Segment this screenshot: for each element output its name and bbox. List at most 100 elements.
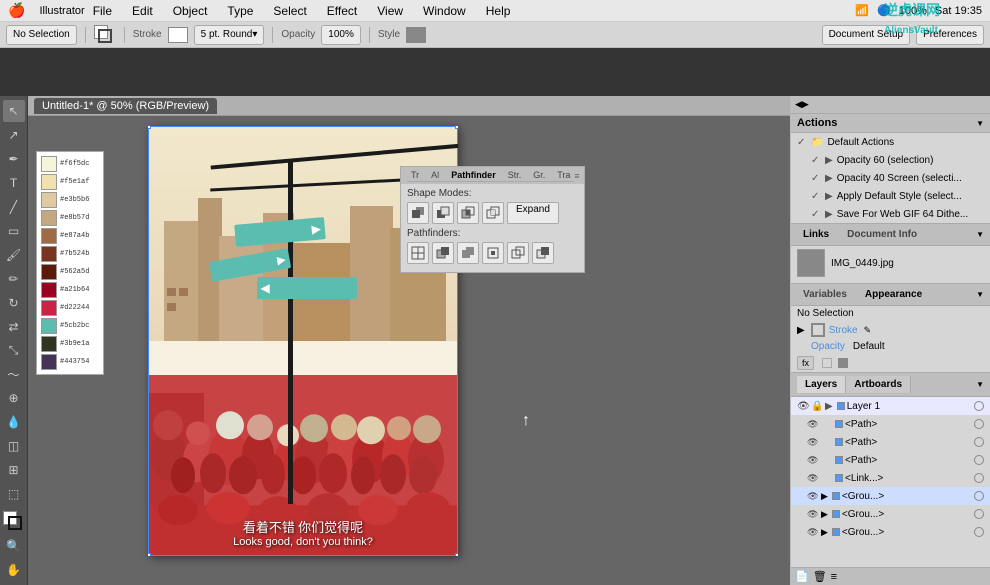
doc-info-tab[interactable]: Document Info: [841, 227, 923, 242]
layer-link-eye[interactable]: 👁: [807, 473, 819, 484]
outline-btn[interactable]: [507, 242, 529, 264]
path-1-target[interactable]: [974, 419, 984, 429]
layers-collapse[interactable]: ▼: [976, 380, 984, 389]
stroke-row[interactable]: ▶ Stroke ✎: [791, 321, 990, 339]
fill-stroke-indicator[interactable]: [3, 511, 25, 533]
minus-back-btn[interactable]: [532, 242, 554, 264]
document-tab[interactable]: Untitled-1* @ 50% (RGB/Preview): [34, 98, 217, 114]
layer-path-3[interactable]: 👁 <Path>: [791, 451, 990, 469]
tool-rotate[interactable]: ↻: [3, 292, 25, 314]
opacity-input[interactable]: 100%: [321, 25, 361, 45]
handle-bl[interactable]: [148, 553, 151, 556]
tool-artboard[interactable]: ⬚: [3, 483, 25, 505]
action-item-1[interactable]: ✓ ▶ Opacity 60 (selection): [791, 151, 990, 169]
layer-group-2-eye[interactable]: 👁: [807, 509, 819, 520]
pf-tab-al[interactable]: Al: [427, 169, 443, 181]
pathfinder-menu-icon[interactable]: ≡: [574, 171, 579, 181]
layer-menu-btn[interactable]: ≡: [831, 571, 837, 583]
menu-illustrator[interactable]: Illustrator: [35, 3, 88, 19]
minus-front-btn[interactable]: [432, 202, 454, 224]
pf-tab-gr[interactable]: Gr.: [529, 169, 549, 181]
appearance-tab[interactable]: Appearance: [859, 287, 928, 302]
divide-btn[interactable]: [407, 242, 429, 264]
layer-path-2[interactable]: 👁 <Path>: [791, 433, 990, 451]
intersect-btn[interactable]: [457, 202, 479, 224]
handle-tr[interactable]: [455, 126, 458, 129]
menu-help[interactable]: Help: [482, 2, 515, 20]
trim-btn[interactable]: [432, 242, 454, 264]
swatch-3[interactable]: [41, 192, 57, 208]
link-target[interactable]: [974, 473, 984, 483]
action-item-4[interactable]: ✓ ▶ Save For Web GIF 64 Dithe...: [791, 205, 990, 223]
fx-button[interactable]: fx: [797, 356, 814, 370]
new-effect-icon[interactable]: [822, 358, 832, 368]
delete-layer-btn[interactable]: 🗑: [813, 570, 827, 583]
handle-br[interactable]: [455, 553, 458, 556]
handle-tl[interactable]: [148, 126, 151, 129]
variables-tab[interactable]: Variables: [797, 287, 853, 302]
layer-1-expand[interactable]: ▶: [825, 401, 833, 412]
stroke-link[interactable]: Stroke: [829, 325, 858, 336]
menu-edit[interactable]: Edit: [128, 2, 157, 20]
tool-reflect[interactable]: ⇄: [3, 316, 25, 338]
layer-path-1[interactable]: 👁 <Path>: [791, 415, 990, 433]
layer-1-lock[interactable]: 🔒: [811, 401, 823, 412]
links-tab[interactable]: Links: [797, 227, 835, 242]
layer-group-1-eye[interactable]: 👁: [807, 491, 819, 502]
layer-group-3-eye[interactable]: 👁: [807, 527, 819, 538]
tool-hand[interactable]: ✋: [3, 559, 25, 581]
layer-1-target[interactable]: [974, 401, 984, 411]
tool-select-arrow[interactable]: ↖: [3, 100, 25, 122]
preferences-button[interactable]: Preferences: [916, 25, 984, 45]
tool-line[interactable]: ╱: [3, 196, 25, 218]
unite-btn[interactable]: [407, 202, 429, 224]
swatch-1[interactable]: [41, 156, 57, 172]
layer-path-2-eye[interactable]: 👁: [807, 437, 819, 448]
artboards-tab[interactable]: Artboards: [846, 376, 911, 393]
layer-path-3-eye[interactable]: 👁: [807, 455, 819, 466]
expand-btn[interactable]: Expand: [507, 202, 559, 224]
stroke-color[interactable]: [168, 27, 188, 43]
crop-btn[interactable]: [482, 242, 504, 264]
swatch-2[interactable]: [41, 174, 57, 190]
links-collapse[interactable]: ▼: [976, 230, 984, 239]
tool-gradient[interactable]: ◫: [3, 435, 25, 457]
swatch-12[interactable]: [41, 354, 57, 370]
tool-scale[interactable]: ⤡: [3, 340, 25, 362]
action-item-2[interactable]: ✓ ▶ Opacity 40 Screen (selecti...: [791, 169, 990, 187]
appearance-collapse[interactable]: ▼: [976, 290, 984, 299]
fill-color[interactable]: [94, 25, 116, 45]
swatch-5[interactable]: [41, 228, 57, 244]
layer-1-row[interactable]: 👁 🔒 ▶ Layer 1: [791, 397, 990, 415]
menu-type[interactable]: Type: [223, 2, 257, 20]
swatch-6[interactable]: [41, 246, 57, 262]
document-setup-button[interactable]: Document Setup: [822, 25, 911, 45]
menu-select[interactable]: Select: [269, 2, 310, 20]
tool-direct-select[interactable]: ↗: [3, 124, 25, 146]
tool-zoom[interactable]: 🔍: [3, 535, 25, 557]
merge-btn[interactable]: [457, 242, 479, 264]
path-3-target[interactable]: [974, 455, 984, 465]
group-1-expand[interactable]: ▶: [821, 491, 828, 502]
swatch-7[interactable]: [41, 264, 57, 280]
group-3-target[interactable]: [974, 527, 984, 537]
menu-window[interactable]: Window: [419, 2, 470, 20]
menu-effect[interactable]: Effect: [323, 2, 361, 20]
tool-pen[interactable]: ✒: [3, 148, 25, 170]
stroke-edit-icon[interactable]: ✎: [864, 325, 872, 336]
swatch-8[interactable]: [41, 282, 57, 298]
stroke-width-select[interactable]: 5 pt. Round ▾: [194, 25, 265, 45]
actions-collapse[interactable]: ▼: [976, 119, 984, 128]
menu-view[interactable]: View: [373, 2, 407, 20]
panel-toggle-icon[interactable]: ◀▶: [795, 99, 809, 110]
layer-path-1-eye[interactable]: 👁: [807, 419, 819, 430]
layer-group-2[interactable]: 👁 ▶ <Grou...>: [791, 505, 990, 523]
tool-blend[interactable]: ⊕: [3, 387, 25, 409]
exclude-btn[interactable]: [482, 202, 504, 224]
tool-pencil[interactable]: ✏: [3, 268, 25, 290]
group-2-target[interactable]: [974, 509, 984, 519]
pf-tab-str[interactable]: Str.: [504, 169, 526, 181]
actions-folder-item[interactable]: ✓ 📁 Default Actions: [791, 133, 990, 151]
pf-tab-pathfinder[interactable]: Pathfinder: [447, 169, 500, 181]
swatch-4[interactable]: [41, 210, 57, 226]
